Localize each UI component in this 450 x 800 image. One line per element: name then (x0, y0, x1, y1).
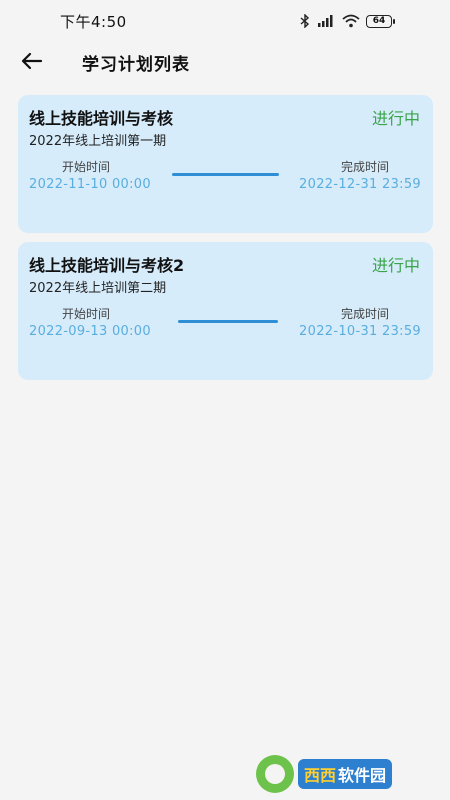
hd-signal-icon (316, 14, 336, 28)
plan-subtitle: 2022年线上培训第二期 (29, 281, 167, 296)
start-time-value: 2022-11-10 00:00 (29, 177, 151, 192)
start-time-label: 开始时间 (62, 307, 111, 321)
watermark-brand: 西西 (304, 766, 337, 785)
plan-list: 线上技能培训与考核 进行中 2022年线上培训第一期 开始时间 2022-11-… (18, 95, 433, 389)
end-time-value: 2022-12-31 23:59 (299, 177, 421, 192)
status-badge: 进行中 (371, 109, 420, 128)
watermark-circle-icon (256, 755, 294, 793)
watermark-text: 西西 软件园 (298, 759, 393, 789)
plan-subtitle: 2022年线上培训第一期 (29, 134, 167, 149)
end-time-label: 完成时间 (340, 160, 389, 174)
wifi-icon (342, 14, 360, 28)
status-time: 下午4:50 (60, 12, 127, 31)
plan-card[interactable]: 线上技能培训与考核 进行中 2022年线上培训第一期 开始时间 2022-11-… (18, 95, 433, 233)
watermark-label: 软件园 (338, 766, 387, 785)
back-button[interactable] (20, 50, 44, 72)
status-bar: 下午4:50 64 (0, 0, 450, 42)
battery-icon: 64 (366, 14, 395, 28)
page-title: 学习计划列表 (82, 55, 190, 75)
plan-title: 线上技能培训与考核2 (29, 256, 185, 275)
status-icons: 64 (300, 14, 395, 28)
end-time-label: 完成时间 (340, 307, 389, 321)
status-badge: 进行中 (371, 256, 420, 275)
back-arrow-icon (21, 52, 43, 70)
plan-card[interactable]: 线上技能培训与考核2 进行中 2022年线上培训第二期 开始时间 2022-09… (18, 242, 433, 380)
start-time-label: 开始时间 (62, 160, 111, 174)
end-time-value: 2022-10-31 23:59 (299, 324, 421, 339)
plan-title: 线上技能培训与考核 (29, 109, 174, 128)
start-time-value: 2022-09-13 00:00 (29, 324, 151, 339)
timeline-connector (172, 173, 279, 176)
app-bar: 学习计划列表 (0, 42, 450, 80)
bluetooth-icon (300, 14, 310, 28)
timeline-connector (178, 320, 278, 323)
watermark-logo: 西西 软件园 (256, 753, 432, 795)
